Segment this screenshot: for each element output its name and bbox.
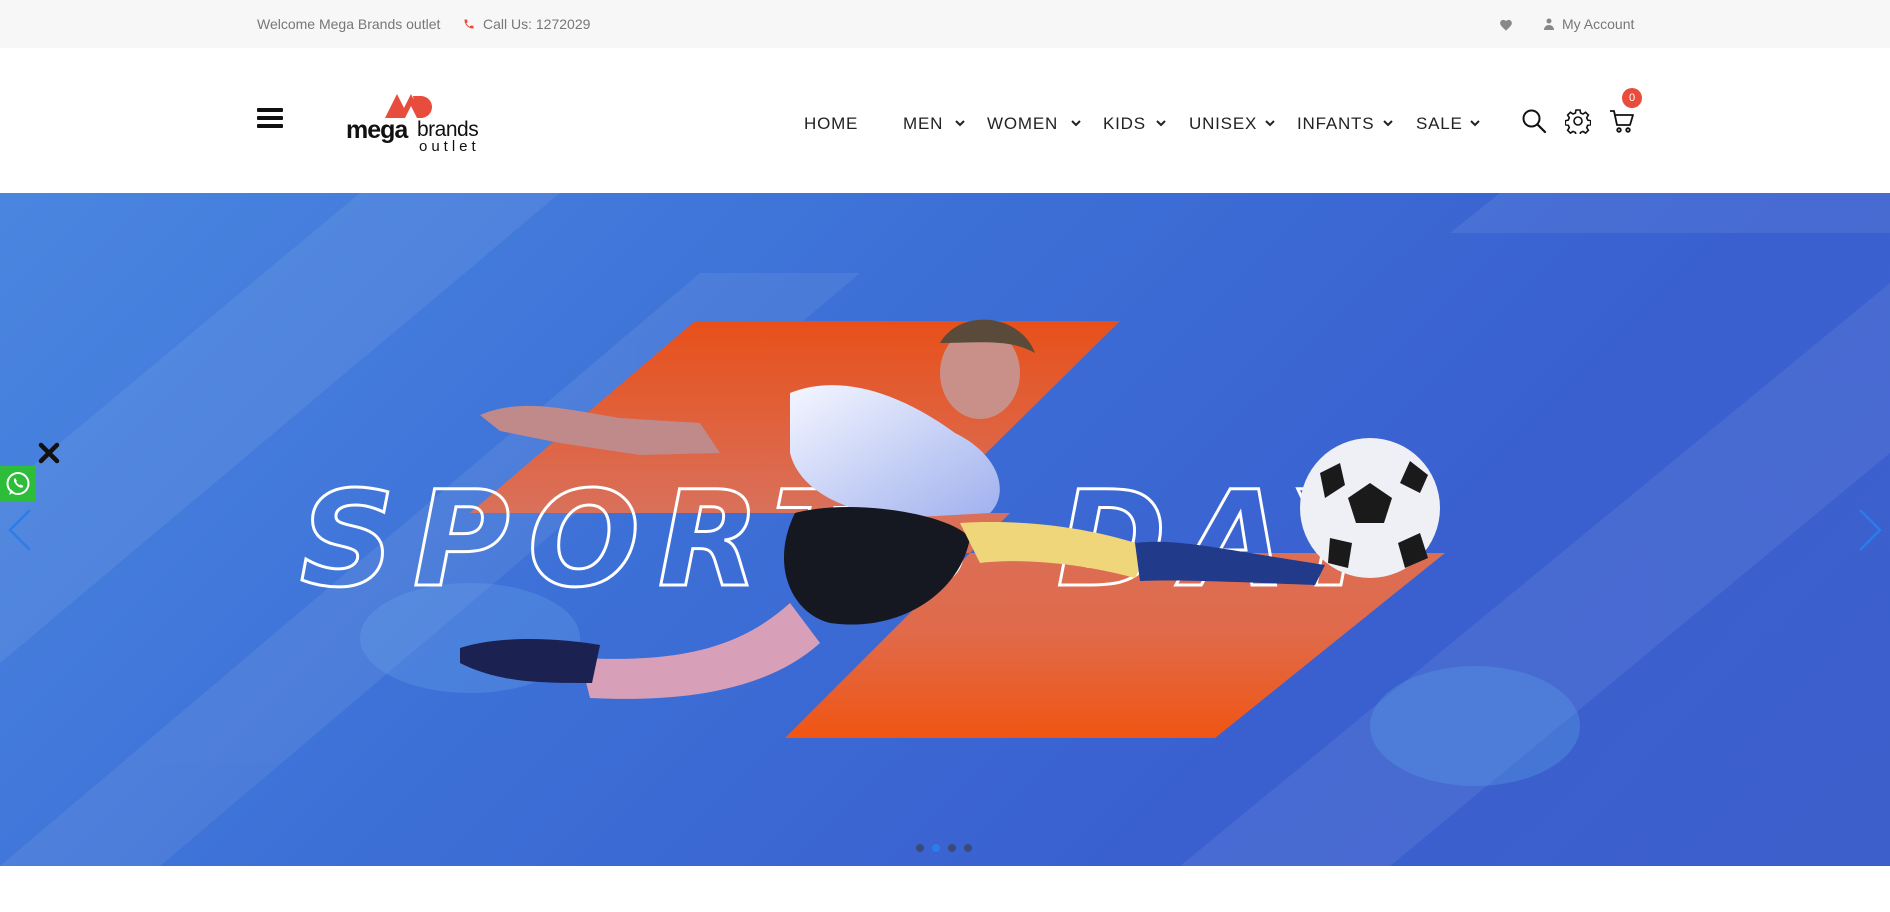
- chevron-down-icon[interactable]: [1381, 116, 1395, 130]
- chevron-down-icon[interactable]: [1069, 116, 1083, 130]
- hamburger-menu-button[interactable]: [257, 108, 283, 129]
- phone-contact[interactable]: Call Us: 1272029: [463, 0, 590, 48]
- phone-label: Call Us: 1272029: [483, 16, 591, 32]
- slider-dot-4[interactable]: [964, 844, 972, 852]
- slider-dot-2[interactable]: [932, 844, 940, 852]
- chevron-down-icon[interactable]: [1154, 116, 1168, 130]
- my-account-label: My Account: [1562, 16, 1635, 32]
- top-bar: Welcome Mega Brands outlet Call Us: 1272…: [0, 0, 1890, 48]
- welcome-text: Welcome Mega Brands outlet: [257, 0, 440, 48]
- gear-icon[interactable]: [1565, 108, 1591, 134]
- whatsapp-close-icon[interactable]: [36, 440, 62, 466]
- slider-dot-3[interactable]: [948, 844, 956, 852]
- user-icon: [1544, 18, 1554, 30]
- search-icon[interactable]: [1521, 108, 1547, 134]
- nav-item-unisex[interactable]: UNISEX: [1189, 112, 1257, 136]
- welcome-label: Welcome Mega Brands outlet: [257, 16, 441, 32]
- phone-icon: [464, 19, 474, 29]
- slider-prev-arrow-icon[interactable]: [6, 506, 34, 554]
- nav-item-kids[interactable]: KIDS: [1103, 112, 1146, 136]
- slider-dot-1[interactable]: [916, 844, 924, 852]
- heart-icon: [1500, 19, 1512, 31]
- nav-item-sale[interactable]: SALE: [1416, 112, 1463, 136]
- chevron-down-icon[interactable]: [1468, 116, 1482, 130]
- hero-slider[interactable]: SPORTS DAY: [0, 193, 1890, 866]
- nav-item-infants[interactable]: INFANTS: [1297, 112, 1374, 136]
- whatsapp-button[interactable]: [0, 466, 36, 502]
- chevron-down-icon[interactable]: [953, 116, 967, 130]
- nav-item-home[interactable]: HOME: [804, 112, 858, 136]
- whatsapp-icon: [6, 472, 30, 495]
- nav-item-women[interactable]: WOMEN: [987, 112, 1058, 136]
- my-account-link[interactable]: My Account: [1544, 0, 1634, 48]
- slider-pagination: [916, 844, 972, 852]
- main-header: mega brands outlet HOME MEN WOMEN KIDS U…: [0, 48, 1890, 193]
- cart-count-badge: 0: [1622, 88, 1642, 108]
- nav-item-men[interactable]: MEN: [903, 112, 943, 136]
- site-logo[interactable]: mega brands outlet: [345, 82, 485, 155]
- wishlist-link[interactable]: [1499, 0, 1513, 48]
- soccer-ball: [1300, 438, 1440, 578]
- logo-text-mega: mega: [346, 116, 408, 144]
- hero-banner-image: SPORTS DAY: [0, 193, 1890, 866]
- chevron-down-icon[interactable]: [1263, 116, 1277, 130]
- cart-icon[interactable]: [1609, 108, 1635, 134]
- slider-next-arrow-icon[interactable]: [1856, 506, 1884, 554]
- logo-text-outlet: outlet: [419, 138, 480, 155]
